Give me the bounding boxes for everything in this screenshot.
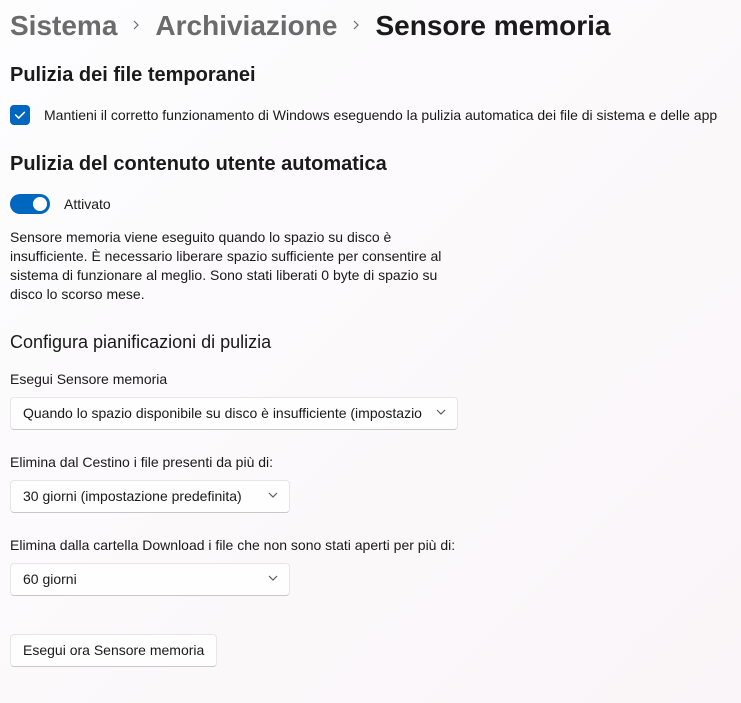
recycle-bin-value: 30 giorni (impostazione predefinita) — [23, 488, 259, 504]
section-title-schedule: Configura pianificazioni di pulizia — [10, 332, 731, 353]
recycle-bin-label: Elimina dal Cestino i file presenti da p… — [10, 454, 731, 470]
breadcrumb: Sistema Archiviazione Sensore memoria — [10, 10, 731, 42]
downloads-dropdown[interactable]: 60 giorni — [10, 563, 290, 596]
section-title-auto: Pulizia del contenuto utente automatica — [10, 153, 731, 176]
temp-cleanup-label: Mantieni il corretto funzionamento di Wi… — [44, 107, 717, 123]
chevron-right-icon — [351, 17, 361, 35]
checkmark-icon — [13, 108, 27, 122]
temp-cleanup-checkbox-row: Mantieni il corretto funzionamento di Wi… — [10, 105, 731, 125]
breadcrumb-storage[interactable]: Archiviazione — [155, 10, 337, 42]
downloads-value: 60 giorni — [23, 571, 259, 587]
auto-cleanup-toggle-row: Attivato — [10, 194, 731, 214]
chevron-right-icon — [131, 17, 141, 35]
run-now-button[interactable]: Esegui ora Sensore memoria — [10, 634, 217, 667]
chevron-down-icon — [267, 488, 279, 504]
chevron-down-icon — [267, 571, 279, 587]
toggle-knob — [33, 197, 47, 211]
section-title-temp: Pulizia dei file temporanei — [10, 64, 731, 87]
downloads-label: Elimina dalla cartella Download i file c… — [10, 537, 731, 553]
run-schedule-label: Esegui Sensore memoria — [10, 371, 731, 387]
chevron-down-icon — [435, 405, 447, 421]
breadcrumb-current: Sensore memoria — [375, 10, 610, 42]
breadcrumb-system[interactable]: Sistema — [10, 10, 117, 42]
auto-cleanup-state: Attivato — [64, 196, 111, 212]
run-schedule-dropdown[interactable]: Quando lo spazio disponibile su disco è … — [10, 397, 458, 430]
auto-cleanup-description: Sensore memoria viene eseguito quando lo… — [10, 228, 470, 304]
recycle-bin-dropdown[interactable]: 30 giorni (impostazione predefinita) — [10, 480, 290, 513]
run-now-button-label: Esegui ora Sensore memoria — [23, 642, 204, 658]
temp-cleanup-checkbox[interactable] — [10, 105, 30, 125]
run-schedule-value: Quando lo spazio disponibile su disco è … — [23, 405, 427, 421]
auto-cleanup-toggle[interactable] — [10, 194, 50, 214]
